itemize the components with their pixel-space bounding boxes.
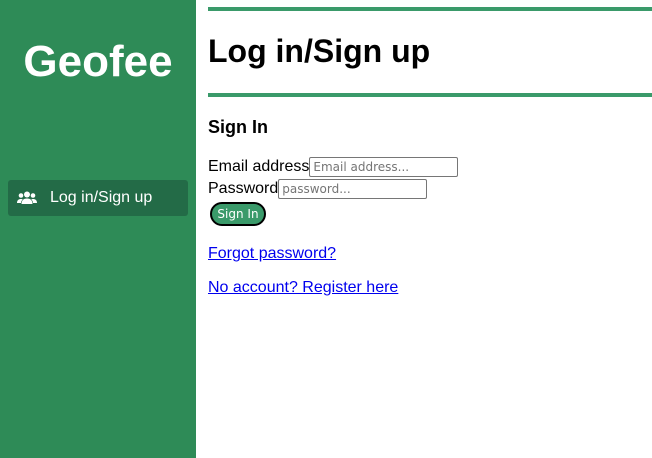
password-label: Password xyxy=(208,180,279,197)
forgot-password-link[interactable]: Forgot password? xyxy=(208,245,336,263)
users-icon xyxy=(17,190,37,206)
title-divider xyxy=(208,93,652,97)
main-content: Log in/Sign up Sign In Email address Pas… xyxy=(208,0,652,458)
password-field[interactable] xyxy=(278,179,428,199)
top-divider xyxy=(208,7,652,11)
email-row: Email address xyxy=(208,156,459,178)
sign-in-button[interactable]: Sign In xyxy=(210,202,266,226)
email-field[interactable] xyxy=(309,157,459,177)
password-row: Password xyxy=(208,178,428,200)
sidebar-item-label: Log in/Sign up xyxy=(50,189,153,206)
page-title: Log in/Sign up xyxy=(208,33,431,69)
register-link[interactable]: No account? Register here xyxy=(208,279,398,297)
email-label: Email address xyxy=(208,158,310,175)
sign-in-heading: Sign In xyxy=(208,117,268,137)
brand-logo: Geofee xyxy=(23,37,173,86)
sidebar: Geofee Log in/Sign up xyxy=(0,0,196,458)
sidebar-item-login-signup[interactable]: Log in/Sign up xyxy=(8,180,188,216)
